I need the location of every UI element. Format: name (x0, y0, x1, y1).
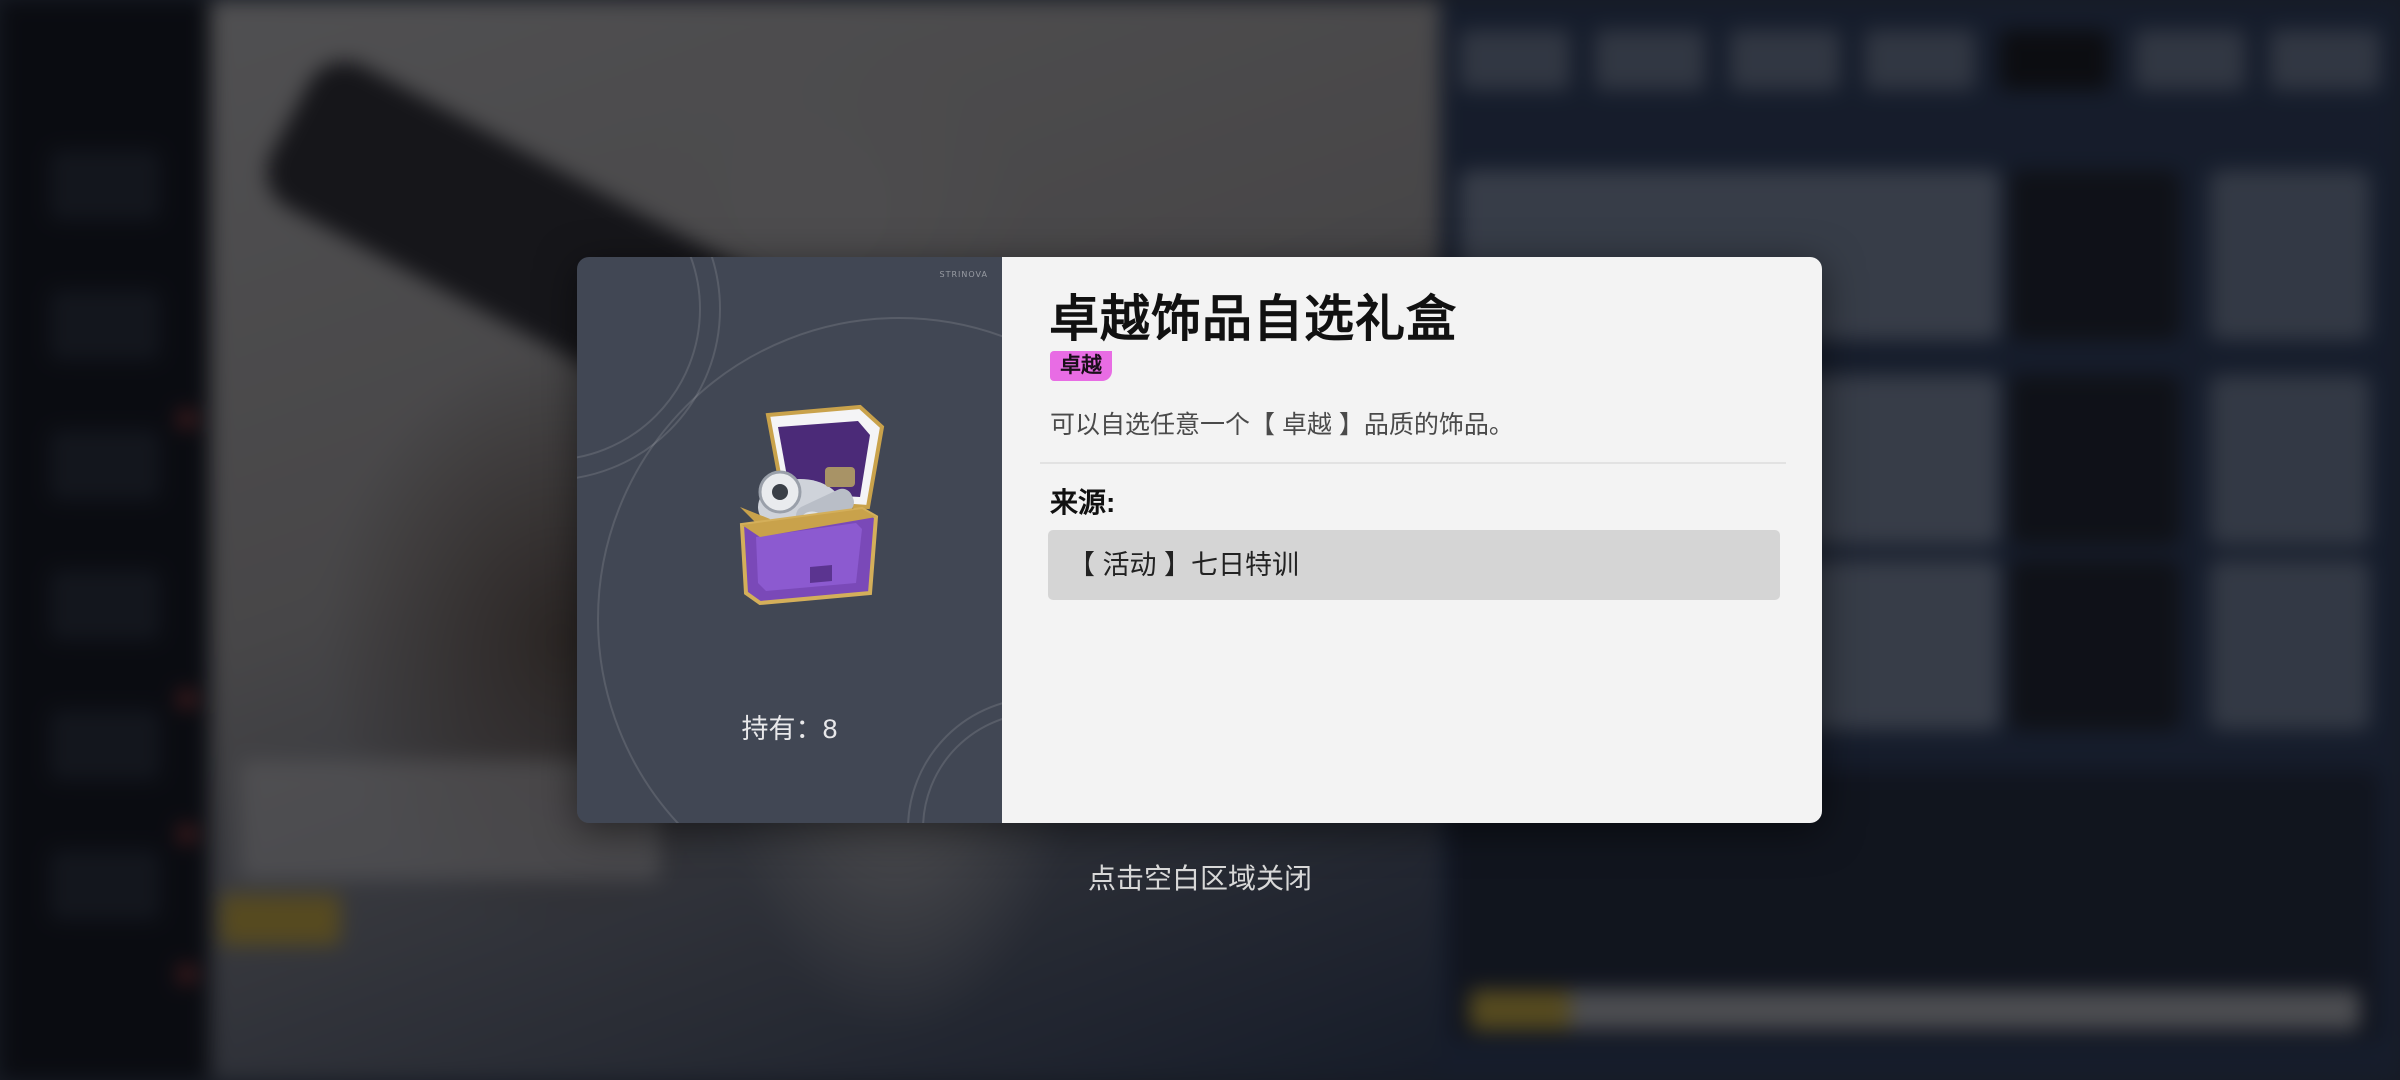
brand-watermark: STRINOVA (939, 270, 988, 279)
item-detail-modal: STRINOVA 持有：8 卓越饰品自选礼盒 卓越 可以自选任意一个【 卓越 】… (577, 257, 1822, 823)
item-description: 可以自选任意一个【 卓越 】品质的饰品。 (1050, 411, 1514, 439)
source-item-seven-day-training[interactable]: 【 活动 】七日特训 (1048, 530, 1780, 600)
rarity-badge: 卓越 (1050, 351, 1112, 381)
close-hint: 点击空白区域关闭 (1087, 863, 1312, 894)
source-label: 来源: (1050, 487, 1116, 518)
screen-root: STRINOVA 持有：8 卓越饰品自选礼盒 卓越 可以自选任意一个【 卓越 】… (0, 0, 2400, 1080)
divider (1040, 462, 1786, 464)
gift-chest-icon (700, 397, 900, 607)
item-preview-panel: STRINOVA 持有：8 (577, 257, 1002, 823)
item-name: 卓越饰品自选礼盒 (1049, 291, 1457, 347)
item-info-panel: 卓越饰品自选礼盒 卓越 可以自选任意一个【 卓越 】品质的饰品。 来源: 【 活… (1002, 257, 1822, 823)
owned-count: 持有：8 (741, 714, 838, 744)
